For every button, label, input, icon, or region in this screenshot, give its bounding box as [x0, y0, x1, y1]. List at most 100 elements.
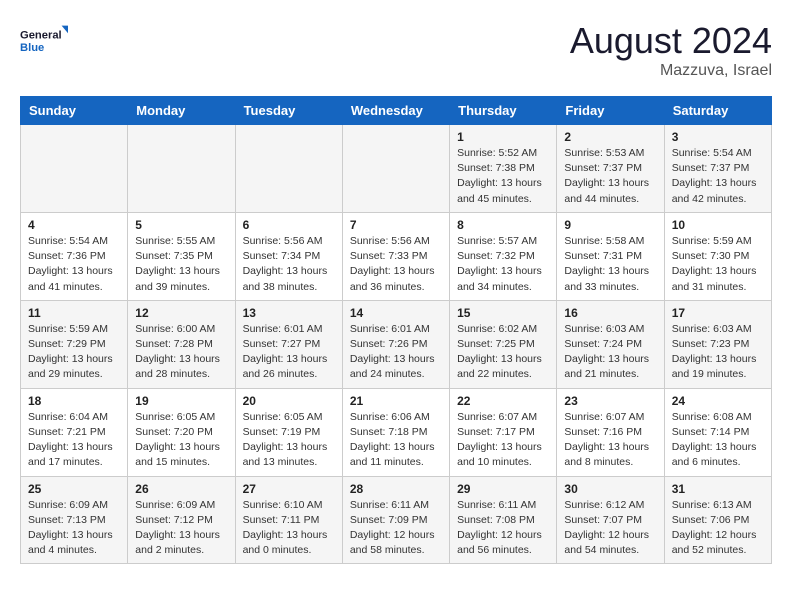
page-header: General Blue August 2024 Mazzuva, Israel	[20, 20, 772, 80]
day-number: 10	[672, 218, 764, 232]
week-row-5: 25Sunrise: 6:09 AM Sunset: 7:13 PM Dayli…	[21, 476, 772, 564]
calendar-cell: 1 Sunrise: 5:52 AM Sunset: 7:38 PM Daylig…	[450, 125, 557, 213]
calendar-cell: 12Sunrise: 6:00 AM Sunset: 7:28 PM Dayli…	[128, 300, 235, 388]
header-monday: Monday	[128, 97, 235, 125]
calendar-cell: 11 Sunrise: 5:59 AM Sunset: 7:29 PM Dayli…	[21, 300, 128, 388]
day-detail: Sunrise: 6:07 AM Sunset: 7:16 PM Dayligh…	[564, 410, 656, 471]
day-number: 5	[135, 218, 227, 232]
calendar-cell: 8 Sunrise: 5:57 AM Sunset: 7:32 PM Daylig…	[450, 212, 557, 300]
calendar-cell: 24 Sunrise: 6:08 AM Sunset: 7:14 PM Dayli…	[664, 388, 771, 476]
header-friday: Friday	[557, 97, 664, 125]
day-number: 19	[135, 394, 227, 408]
day-number: 24	[672, 394, 764, 408]
calendar-cell: 2Sunrise: 5:53 AM Sunset: 7:37 PM Daylig…	[557, 125, 664, 213]
day-detail: Sunrise: 5:56 AM Sunset: 7:34 PM Dayligh…	[243, 234, 335, 295]
calendar-cell: 26 Sunrise: 6:09 AM Sunset: 7:12 PM Dayli…	[128, 476, 235, 564]
day-detail: Sunrise: 6:09 AM Sunset: 7:13 PM Dayligh…	[28, 498, 120, 559]
day-number: 15	[457, 306, 549, 320]
calendar-cell	[342, 125, 449, 213]
day-number: 3	[672, 130, 764, 144]
calendar-cell: 13 Sunrise: 6:01 AM Sunset: 7:27 PM Dayli…	[235, 300, 342, 388]
day-number: 21	[350, 394, 442, 408]
day-number: 7	[350, 218, 442, 232]
week-row-4: 18 Sunrise: 6:04 AM Sunset: 7:21 PM Dayli…	[21, 388, 772, 476]
header-row: SundayMondayTuesdayWednesdayThursdayFrid…	[21, 97, 772, 125]
day-number: 20	[243, 394, 335, 408]
svg-text:General: General	[20, 29, 62, 41]
header-sunday: Sunday	[21, 97, 128, 125]
subtitle: Mazzuva, Israel	[570, 62, 772, 80]
day-detail: Sunrise: 6:09 AM Sunset: 7:12 PM Dayligh…	[135, 498, 227, 559]
day-number: 31	[672, 482, 764, 496]
day-detail: Sunrise: 6:11 AM Sunset: 7:08 PM Dayligh…	[457, 498, 549, 559]
day-detail: Sunrise: 6:02 AM Sunset: 7:25 PM Dayligh…	[457, 322, 549, 383]
day-number: 11	[28, 306, 120, 320]
day-number: 27	[243, 482, 335, 496]
calendar-cell	[235, 125, 342, 213]
day-detail: Sunrise: 6:12 AM Sunset: 7:07 PM Dayligh…	[564, 498, 656, 559]
calendar-cell: 15 Sunrise: 6:02 AM Sunset: 7:25 PM Dayli…	[450, 300, 557, 388]
day-number: 23	[564, 394, 656, 408]
day-detail: Sunrise: 5:55 AM Sunset: 7:35 PM Dayligh…	[135, 234, 227, 295]
logo: General Blue	[20, 20, 68, 60]
svg-text:Blue: Blue	[20, 42, 44, 54]
week-row-3: 11 Sunrise: 5:59 AM Sunset: 7:29 PM Dayli…	[21, 300, 772, 388]
day-detail: Sunrise: 6:08 AM Sunset: 7:14 PM Dayligh…	[672, 410, 764, 471]
day-detail: Sunrise: 5:59 AM Sunset: 7:29 PM Dayligh…	[28, 322, 120, 383]
calendar-cell: 25Sunrise: 6:09 AM Sunset: 7:13 PM Dayli…	[21, 476, 128, 564]
day-detail: Sunrise: 6:07 AM Sunset: 7:17 PM Dayligh…	[457, 410, 549, 471]
main-title: August 2024	[570, 20, 772, 62]
day-number: 1	[457, 130, 549, 144]
calendar-cell: 27 Sunrise: 6:10 AM Sunset: 7:11 PM Dayli…	[235, 476, 342, 564]
calendar-cell: 28 Sunrise: 6:11 AM Sunset: 7:09 PM Dayli…	[342, 476, 449, 564]
day-number: 4	[28, 218, 120, 232]
day-detail: Sunrise: 6:01 AM Sunset: 7:27 PM Dayligh…	[243, 322, 335, 383]
calendar-cell: 30Sunrise: 6:12 AM Sunset: 7:07 PM Dayli…	[557, 476, 664, 564]
header-thursday: Thursday	[450, 97, 557, 125]
calendar-cell: 6Sunrise: 5:56 AM Sunset: 7:34 PM Daylig…	[235, 212, 342, 300]
day-detail: Sunrise: 6:04 AM Sunset: 7:21 PM Dayligh…	[28, 410, 120, 471]
day-detail: Sunrise: 6:03 AM Sunset: 7:24 PM Dayligh…	[564, 322, 656, 383]
week-row-1: 1 Sunrise: 5:52 AM Sunset: 7:38 PM Daylig…	[21, 125, 772, 213]
calendar-cell	[21, 125, 128, 213]
day-number: 9	[564, 218, 656, 232]
calendar-cell: 4 Sunrise: 5:54 AM Sunset: 7:36 PM Daylig…	[21, 212, 128, 300]
calendar-cell: 14Sunrise: 6:01 AM Sunset: 7:26 PM Dayli…	[342, 300, 449, 388]
calendar-cell: 7Sunrise: 5:56 AM Sunset: 7:33 PM Daylig…	[342, 212, 449, 300]
day-detail: Sunrise: 6:11 AM Sunset: 7:09 PM Dayligh…	[350, 498, 442, 559]
logo-svg: General Blue	[20, 20, 68, 60]
day-detail: Sunrise: 5:54 AM Sunset: 7:37 PM Dayligh…	[672, 146, 764, 207]
day-number: 28	[350, 482, 442, 496]
day-number: 12	[135, 306, 227, 320]
day-detail: Sunrise: 5:57 AM Sunset: 7:32 PM Dayligh…	[457, 234, 549, 295]
calendar-cell: 21 Sunrise: 6:06 AM Sunset: 7:18 PM Dayli…	[342, 388, 449, 476]
day-number: 8	[457, 218, 549, 232]
day-detail: Sunrise: 6:06 AM Sunset: 7:18 PM Dayligh…	[350, 410, 442, 471]
day-number: 16	[564, 306, 656, 320]
day-detail: Sunrise: 5:54 AM Sunset: 7:36 PM Dayligh…	[28, 234, 120, 295]
header-wednesday: Wednesday	[342, 97, 449, 125]
header-tuesday: Tuesday	[235, 97, 342, 125]
calendar-cell: 22Sunrise: 6:07 AM Sunset: 7:17 PM Dayli…	[450, 388, 557, 476]
week-row-2: 4 Sunrise: 5:54 AM Sunset: 7:36 PM Daylig…	[21, 212, 772, 300]
day-number: 18	[28, 394, 120, 408]
calendar-cell: 16 Sunrise: 6:03 AM Sunset: 7:24 PM Dayli…	[557, 300, 664, 388]
calendar-cell: 23 Sunrise: 6:07 AM Sunset: 7:16 PM Dayli…	[557, 388, 664, 476]
title-block: August 2024 Mazzuva, Israel	[570, 20, 772, 80]
day-detail: Sunrise: 6:03 AM Sunset: 7:23 PM Dayligh…	[672, 322, 764, 383]
day-number: 17	[672, 306, 764, 320]
day-detail: Sunrise: 6:05 AM Sunset: 7:20 PM Dayligh…	[135, 410, 227, 471]
calendar-table: SundayMondayTuesdayWednesdayThursdayFrid…	[20, 96, 772, 564]
day-detail: Sunrise: 5:53 AM Sunset: 7:37 PM Dayligh…	[564, 146, 656, 207]
day-detail: Sunrise: 6:10 AM Sunset: 7:11 PM Dayligh…	[243, 498, 335, 559]
calendar-cell: 5 Sunrise: 5:55 AM Sunset: 7:35 PM Daylig…	[128, 212, 235, 300]
calendar-cell: 17 Sunrise: 6:03 AM Sunset: 7:23 PM Dayli…	[664, 300, 771, 388]
calendar-cell: 9 Sunrise: 5:58 AM Sunset: 7:31 PM Daylig…	[557, 212, 664, 300]
day-detail: Sunrise: 5:52 AM Sunset: 7:38 PM Dayligh…	[457, 146, 549, 207]
calendar-cell: 29Sunrise: 6:11 AM Sunset: 7:08 PM Dayli…	[450, 476, 557, 564]
day-detail: Sunrise: 5:58 AM Sunset: 7:31 PM Dayligh…	[564, 234, 656, 295]
day-number: 26	[135, 482, 227, 496]
day-number: 13	[243, 306, 335, 320]
calendar-cell: 18 Sunrise: 6:04 AM Sunset: 7:21 PM Dayli…	[21, 388, 128, 476]
calendar-cell: 19 Sunrise: 6:05 AM Sunset: 7:20 PM Dayli…	[128, 388, 235, 476]
